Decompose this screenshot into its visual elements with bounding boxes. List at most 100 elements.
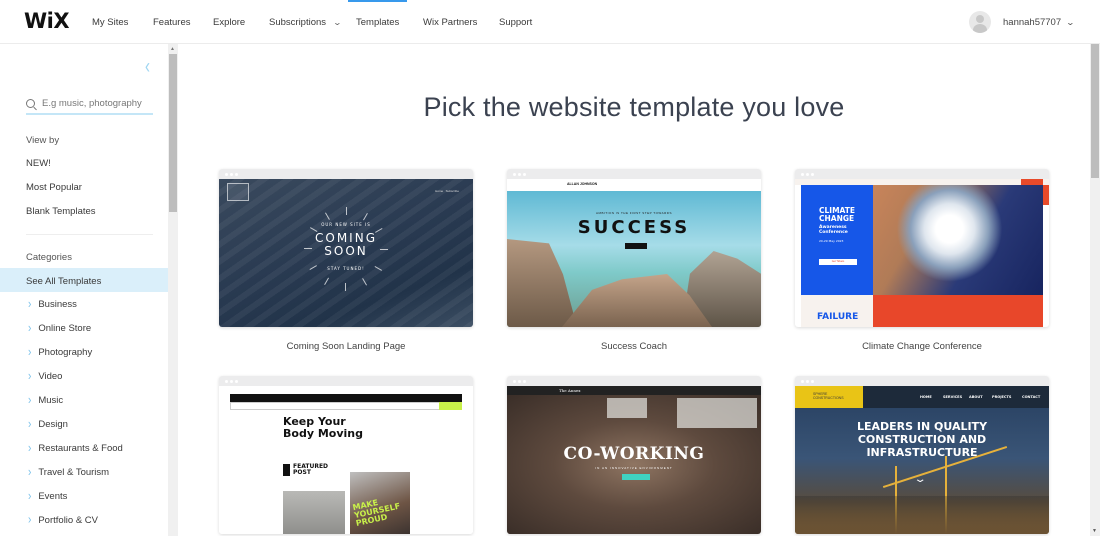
username[interactable]: hannah57707 bbox=[1003, 17, 1061, 28]
nav-my-sites[interactable]: My Sites bbox=[92, 17, 128, 28]
category-label: Video bbox=[38, 371, 63, 382]
user-menu[interactable]: hannah57707 ⌄ bbox=[969, 11, 1075, 33]
avatar[interactable] bbox=[969, 11, 991, 33]
category-portfolio-cv[interactable]: › Portfolio & CV bbox=[28, 513, 99, 528]
preview-text: STAY TUNED! bbox=[327, 266, 365, 271]
collapse-sidebar-icon[interactable]: ‹ bbox=[145, 55, 150, 79]
chevron-right-icon: › bbox=[28, 345, 32, 360]
template-card-coming-soon[interactable]: Home Subscribe OUR NEW SITE IS COMING SO… bbox=[219, 169, 473, 352]
template-preview[interactable]: The Annex CO-WORKING IN AN INNOVATIVE EN… bbox=[507, 376, 761, 534]
preview-text: MAKE YOURSELF PROUD bbox=[351, 498, 402, 528]
preview-title: Keep Your Body Moving bbox=[283, 415, 363, 440]
preview-title: SUCCESS bbox=[577, 217, 691, 238]
divider bbox=[26, 234, 153, 235]
main-scrollbar-thumb[interactable] bbox=[1091, 44, 1099, 178]
preview-text: OUR NEW SITE IS bbox=[321, 222, 371, 227]
preview-title: LEADERS IN QUALITY CONSTRUCTION AND INFR… bbox=[856, 420, 988, 459]
template-card-success-coach[interactable]: ALLAN JOHNSON AMBITION IS THE FIRST STEP… bbox=[507, 169, 761, 352]
template-card-fitness-blog[interactable]: Keep Your Body Moving FEATURED POST MAKE… bbox=[219, 376, 473, 534]
preview-ray bbox=[345, 283, 346, 291]
category-label: Online Store bbox=[38, 323, 92, 334]
category-travel-tourism[interactable]: › Travel & Tourism bbox=[28, 465, 109, 479]
category-label: Music bbox=[38, 395, 64, 406]
nav-explore[interactable]: Explore bbox=[213, 17, 245, 28]
sidebar-scrollbar-thumb[interactable] bbox=[169, 54, 177, 212]
preview-title: CLIMATE CHANGE bbox=[819, 206, 855, 223]
chevron-down-icon: ⌄ bbox=[913, 474, 927, 485]
preview-brand: ALLAN JOHNSON bbox=[567, 182, 598, 186]
sidebar-scrollbar[interactable]: ▲ bbox=[168, 44, 178, 536]
category-label: Photography bbox=[38, 347, 93, 358]
sidebar-item-new[interactable]: NEW! bbox=[26, 158, 51, 169]
preview-image: SPHERE CONSTRUCTIONS HOME SERVICES ABOUT… bbox=[795, 386, 1049, 534]
preview-subtitle: Awareness Conference bbox=[819, 225, 848, 235]
category-label: Portfolio & CV bbox=[38, 515, 99, 526]
browser-chrome bbox=[507, 169, 761, 179]
nav-support[interactable]: Support bbox=[499, 17, 532, 28]
template-preview[interactable]: Home Subscribe OUR NEW SITE IS COMING SO… bbox=[219, 169, 473, 327]
preview-ray bbox=[304, 248, 312, 249]
browser-chrome bbox=[795, 169, 1049, 179]
preview-logo bbox=[227, 183, 249, 201]
chevron-right-icon: › bbox=[28, 513, 32, 528]
chevron-right-icon: › bbox=[28, 321, 32, 336]
category-restaurants-food[interactable]: › Restaurants & Food bbox=[28, 441, 123, 456]
main-scrollbar[interactable]: ▼ bbox=[1090, 44, 1100, 536]
template-preview[interactable]: SPHERE CONSTRUCTIONS HOME SERVICES ABOUT… bbox=[795, 376, 1049, 534]
chevron-right-icon: › bbox=[28, 417, 32, 432]
scroll-up-arrow-icon[interactable]: ▲ bbox=[170, 46, 175, 52]
nav-templates[interactable]: Templates bbox=[347, 0, 408, 28]
preview-ray bbox=[346, 207, 347, 215]
sidebar: ‹ View by NEW! Most Popular Blank Templa… bbox=[0, 44, 168, 536]
chevron-down-icon: ⌄ bbox=[332, 18, 343, 27]
preview-button bbox=[625, 243, 647, 249]
chevron-down-icon[interactable]: ⌄ bbox=[1066, 18, 1075, 27]
chevron-right-icon: › bbox=[28, 297, 32, 312]
category-label: Business bbox=[38, 299, 77, 310]
template-card-coworking[interactable]: The Annex CO-WORKING IN AN INNOVATIVE EN… bbox=[507, 376, 761, 534]
nav-subscriptions[interactable]: Subscriptions ⌄ bbox=[269, 17, 343, 28]
preview-title: CO-WORKING bbox=[563, 444, 705, 464]
template-name[interactable]: Coming Soon Landing Page bbox=[219, 341, 473, 352]
wix-logo[interactable]: WiX bbox=[24, 9, 70, 33]
preview-nav: HOME bbox=[920, 395, 932, 399]
sidebar-item-blank-templates[interactable]: Blank Templates bbox=[26, 206, 96, 217]
category-music[interactable]: › Music bbox=[28, 393, 64, 407]
nav-features[interactable]: Features bbox=[153, 17, 191, 28]
sidebar-item-see-all-label[interactable]: See All Templates bbox=[26, 276, 101, 287]
category-events[interactable]: › Events bbox=[28, 489, 67, 504]
preview-image: Keep Your Body Moving FEATURED POST MAKE… bbox=[219, 386, 473, 534]
preview-brand: SPHERE CONSTRUCTIONS bbox=[813, 392, 844, 400]
sidebar-item-most-popular[interactable]: Most Popular bbox=[26, 182, 82, 193]
category-photography[interactable]: › Photography bbox=[28, 345, 93, 360]
template-preview[interactable]: ALLAN JOHNSON AMBITION IS THE FIRST STEP… bbox=[507, 169, 761, 327]
chevron-right-icon: › bbox=[28, 489, 32, 504]
categories-heading: Categories bbox=[26, 252, 72, 263]
template-card-construction[interactable]: SPHERE CONSTRUCTIONS HOME SERVICES ABOUT… bbox=[795, 376, 1049, 534]
template-preview[interactable]: CLIMATE CHANGE Awareness Conference 20-2… bbox=[795, 169, 1049, 327]
chevron-right-icon: › bbox=[28, 441, 32, 456]
preview-image: Home Subscribe OUR NEW SITE IS COMING SO… bbox=[219, 179, 473, 327]
view-by-heading: View by bbox=[26, 135, 60, 146]
preview-image: CLIMATE CHANGE Awareness Conference 20-2… bbox=[795, 179, 1049, 327]
search-icon bbox=[26, 99, 35, 108]
search-input[interactable] bbox=[42, 98, 152, 109]
category-design[interactable]: › Design bbox=[28, 417, 68, 432]
template-card-climate-change[interactable]: CLIMATE CHANGE Awareness Conference 20-2… bbox=[795, 169, 1049, 352]
page-title: Pick the website template you love bbox=[423, 92, 845, 122]
search-field[interactable] bbox=[26, 94, 153, 115]
browser-chrome bbox=[219, 376, 473, 386]
category-business[interactable]: › Business bbox=[28, 297, 77, 312]
preview-nav: CONTACT bbox=[1022, 395, 1041, 399]
scroll-down-arrow-icon[interactable]: ▼ bbox=[1092, 528, 1097, 534]
chevron-right-icon: › bbox=[28, 369, 32, 384]
category-online-store[interactable]: › Online Store bbox=[28, 321, 92, 336]
template-name[interactable]: Climate Change Conference bbox=[795, 341, 1049, 352]
preview-button: Get Tickets bbox=[819, 259, 857, 265]
template-name[interactable]: Success Coach bbox=[507, 341, 761, 352]
template-preview[interactable]: Keep Your Body Moving FEATURED POST MAKE… bbox=[219, 376, 473, 534]
preview-image: ALLAN JOHNSON AMBITION IS THE FIRST STEP… bbox=[507, 179, 761, 327]
preview-text: 20-29 May 2023 bbox=[819, 239, 844, 243]
category-video[interactable]: › Video bbox=[28, 369, 63, 384]
nav-wix-partners[interactable]: Wix Partners bbox=[423, 17, 477, 28]
